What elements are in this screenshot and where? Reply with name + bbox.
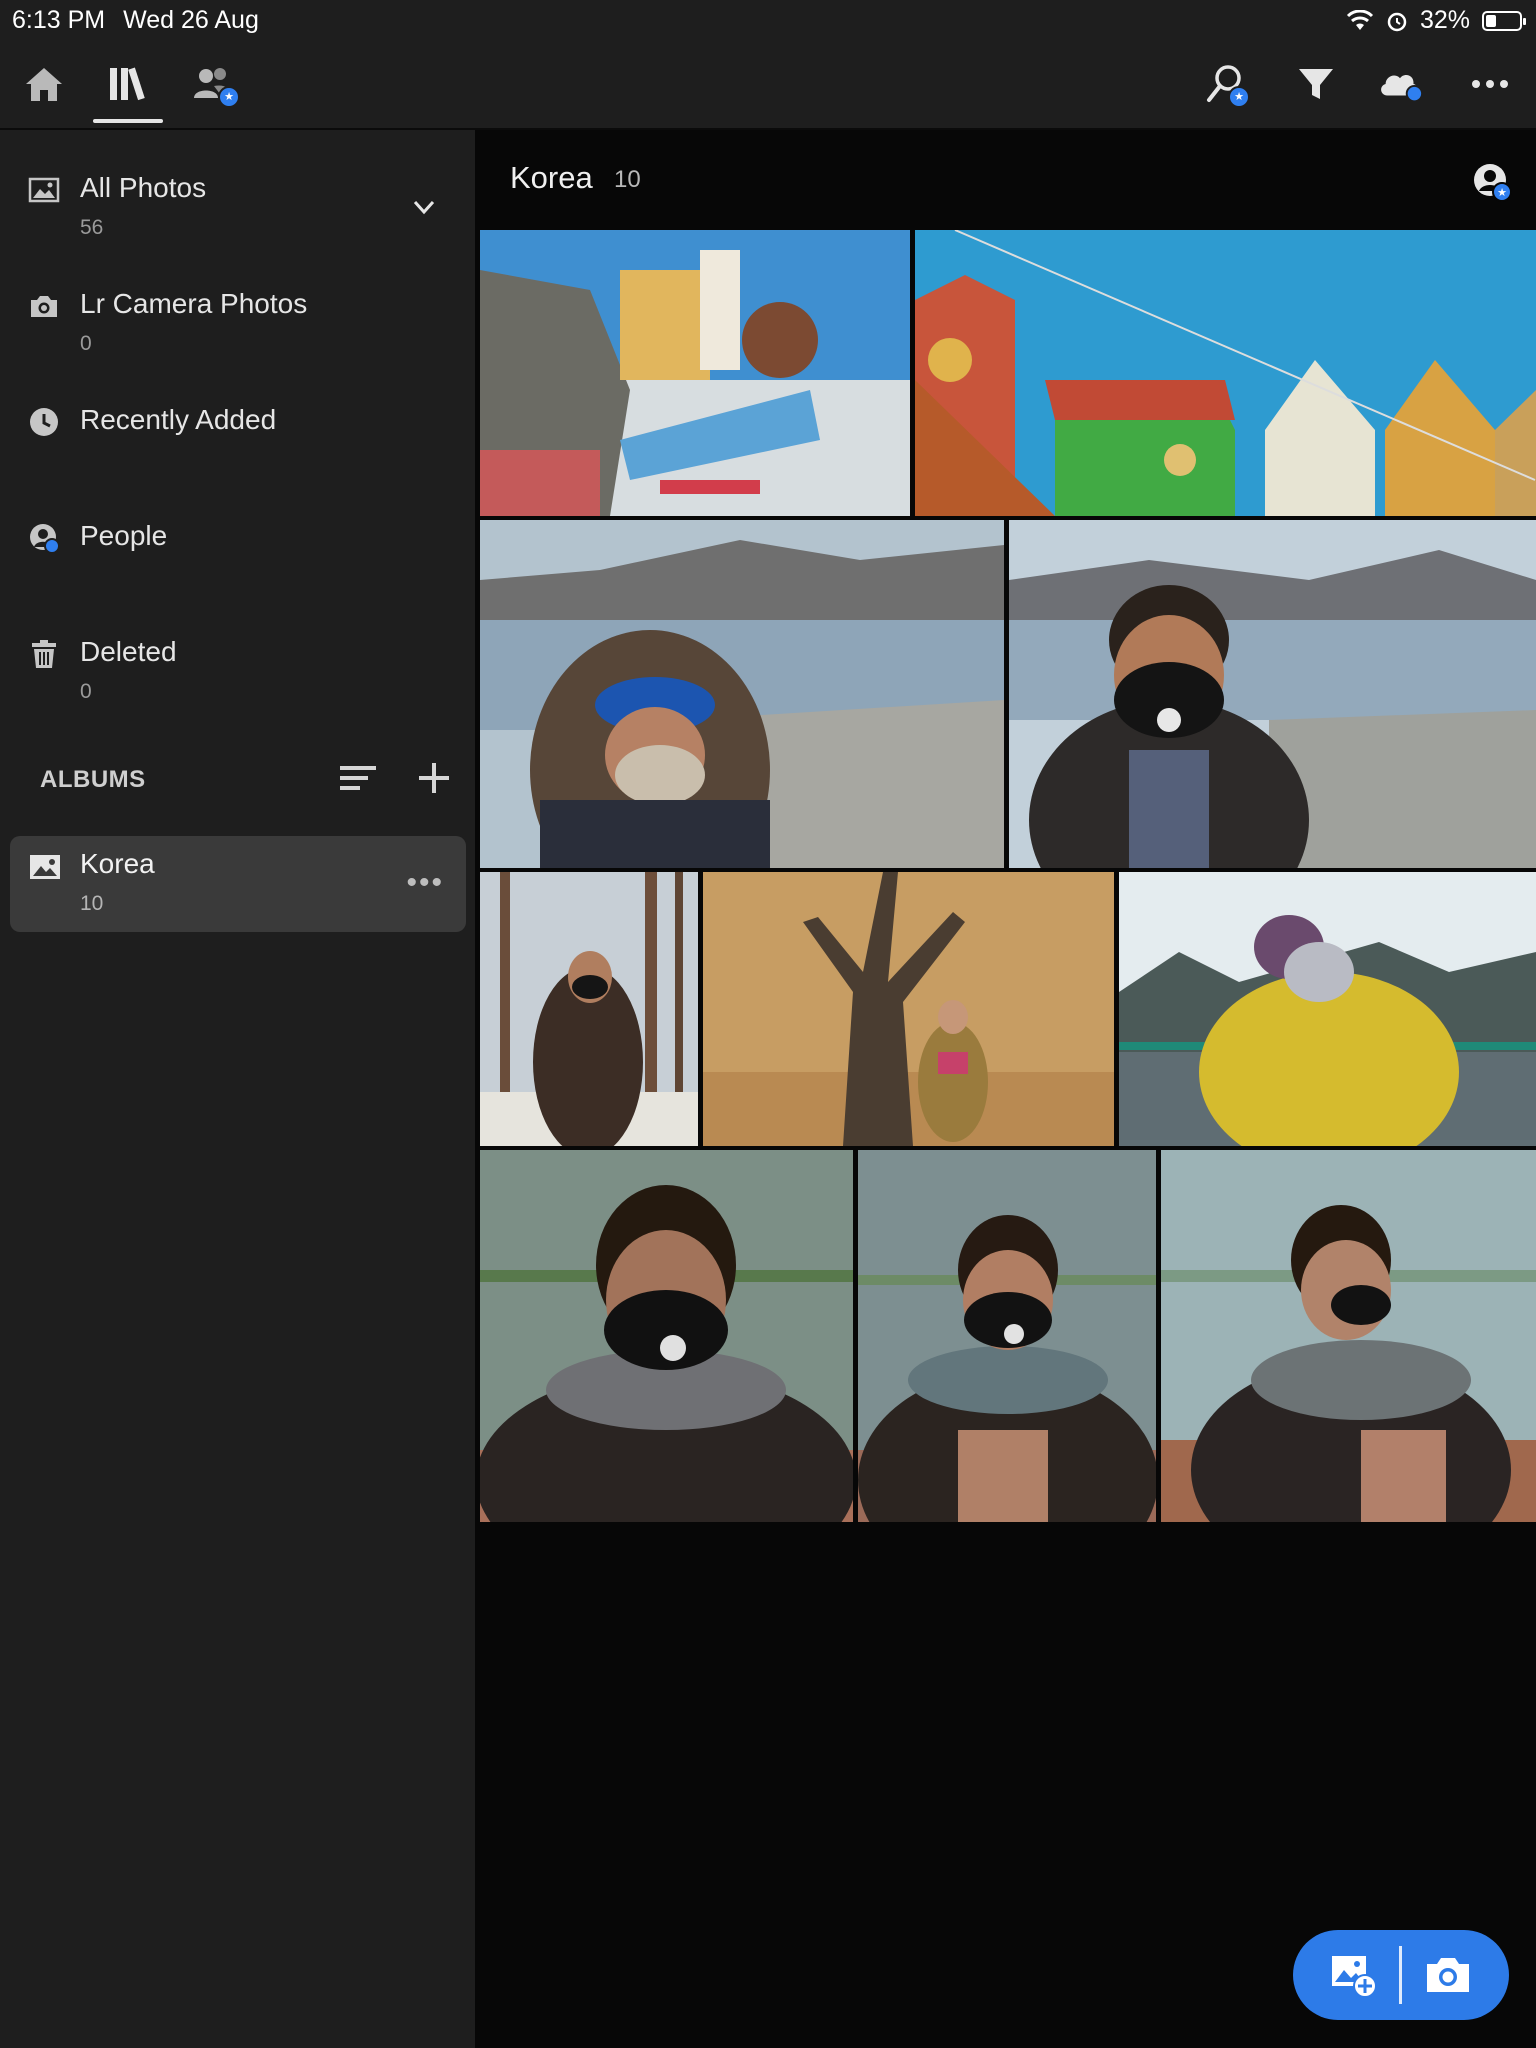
add-photos-fab (1293, 1930, 1509, 2020)
shared-people-icon[interactable]: ★ (190, 60, 240, 108)
sort-icon[interactable] (338, 762, 378, 796)
album-title: Korea (510, 160, 593, 195)
sidebar-item-recently-added[interactable]: Recently Added (0, 390, 475, 490)
share-album-icon[interactable]: ★ (1470, 160, 1514, 204)
photo-man-forest[interactable] (480, 872, 698, 1146)
photo-man-scarf-2[interactable] (858, 1150, 1156, 1522)
star-badge-icon: ★ (218, 86, 240, 108)
photo-man-scarf-1[interactable] (480, 1150, 853, 1522)
sidebar-item-label: Deleted (80, 636, 177, 667)
home-icon[interactable] (20, 60, 68, 108)
battery-fill (1486, 14, 1496, 27)
sidebar-item-label: Lr Camera Photos (80, 288, 308, 319)
sidebar-item-count: 0 (80, 332, 92, 355)
status-right: 32% (1346, 6, 1526, 35)
sidebar-item-people[interactable]: People (0, 506, 475, 606)
more-icon[interactable] (1466, 60, 1514, 108)
filter-icon[interactable] (1292, 60, 1340, 108)
photo-person-tree[interactable] (703, 872, 1114, 1146)
photo-petite-france[interactable] (480, 230, 910, 516)
sidebar-item-count: 0 (80, 680, 92, 703)
album-icon (30, 855, 60, 879)
cloud-sync-icon[interactable] (1376, 60, 1424, 108)
camera-capture-icon[interactable] (1423, 1950, 1473, 2000)
person-blue-hat-lake-photo (480, 520, 1004, 868)
camera-icon (31, 296, 57, 317)
photo-man-mask-lake[interactable] (1009, 520, 1536, 868)
album-more-button[interactable]: ••• (406, 866, 444, 900)
colorful-houses-photo (915, 230, 1536, 516)
chevron-down-icon[interactable] (411, 194, 437, 220)
add-album-icon[interactable] (416, 760, 452, 796)
active-tab-underline (93, 119, 163, 123)
star-badge-icon: ★ (1228, 86, 1250, 108)
clock-icon (30, 408, 58, 436)
status-time-date: 6:13 PM Wed 26 Aug (12, 6, 259, 35)
photo-person-blue-hat[interactable] (480, 520, 1004, 868)
sidebar-item-all-photos[interactable]: All Photos 56 (0, 158, 475, 258)
sidebar: All Photos 56 Lr Camera Photos 0 Recentl… (0, 130, 475, 2048)
top-bar: 6:13 PM Wed 26 Aug 32% ★ ★ (0, 0, 1536, 130)
wifi-icon (1346, 9, 1374, 30)
album-count: 10 (80, 892, 104, 915)
battery-icon (1482, 10, 1526, 31)
sidebar-item-lr-camera-photos[interactable]: Lr Camera Photos 0 (0, 274, 475, 374)
svg-text:★: ★ (1497, 186, 1507, 199)
photo-man-scarf-3[interactable] (1161, 1150, 1536, 1522)
trash-icon (32, 640, 56, 668)
sidebar-item-label: All Photos (80, 172, 207, 203)
library-icon[interactable] (104, 60, 152, 108)
photo-colorful-houses[interactable] (915, 230, 1536, 516)
status-time: 6:13 PM (12, 6, 106, 34)
sidebar-item-count: 56 (80, 216, 104, 239)
man-forest-snow-photo (480, 872, 698, 1146)
person-yellow-jacket-photo (1119, 872, 1536, 1146)
status-date: Wed 26 Aug (123, 6, 259, 34)
fab-divider (1399, 1946, 1402, 2004)
photos-icon (28, 177, 60, 203)
album-count: 10 (614, 166, 641, 193)
sidebar-item-label: Recently Added (80, 404, 277, 435)
petite-france-sign-photo (480, 230, 910, 516)
man-scarf-portrait-1-photo (480, 1150, 853, 1522)
photo-person-yellow-jacket[interactable] (1119, 872, 1536, 1146)
alarm-icon (1387, 12, 1407, 31)
sidebar-item-label: People (80, 520, 168, 551)
man-scarf-portrait-3-photo (1161, 1150, 1536, 1522)
person-tree-autumn-photo (703, 872, 1114, 1146)
album-item-korea[interactable]: Korea 10 ••• (10, 836, 466, 932)
add-photo-icon[interactable] (1329, 1950, 1379, 2000)
man-scarf-portrait-2-photo (858, 1150, 1156, 1522)
people-icon (30, 524, 60, 554)
sidebar-item-deleted[interactable]: Deleted 0 (0, 622, 475, 722)
battery-percent: 32% (1419, 6, 1470, 34)
main-content: Korea 10 ★ (476, 130, 1536, 2048)
album-label: Korea (80, 848, 155, 879)
albums-header: ALBUMS (40, 766, 146, 793)
man-mask-lake-photo (1009, 520, 1536, 868)
search-icon[interactable]: ★ (1202, 60, 1250, 108)
